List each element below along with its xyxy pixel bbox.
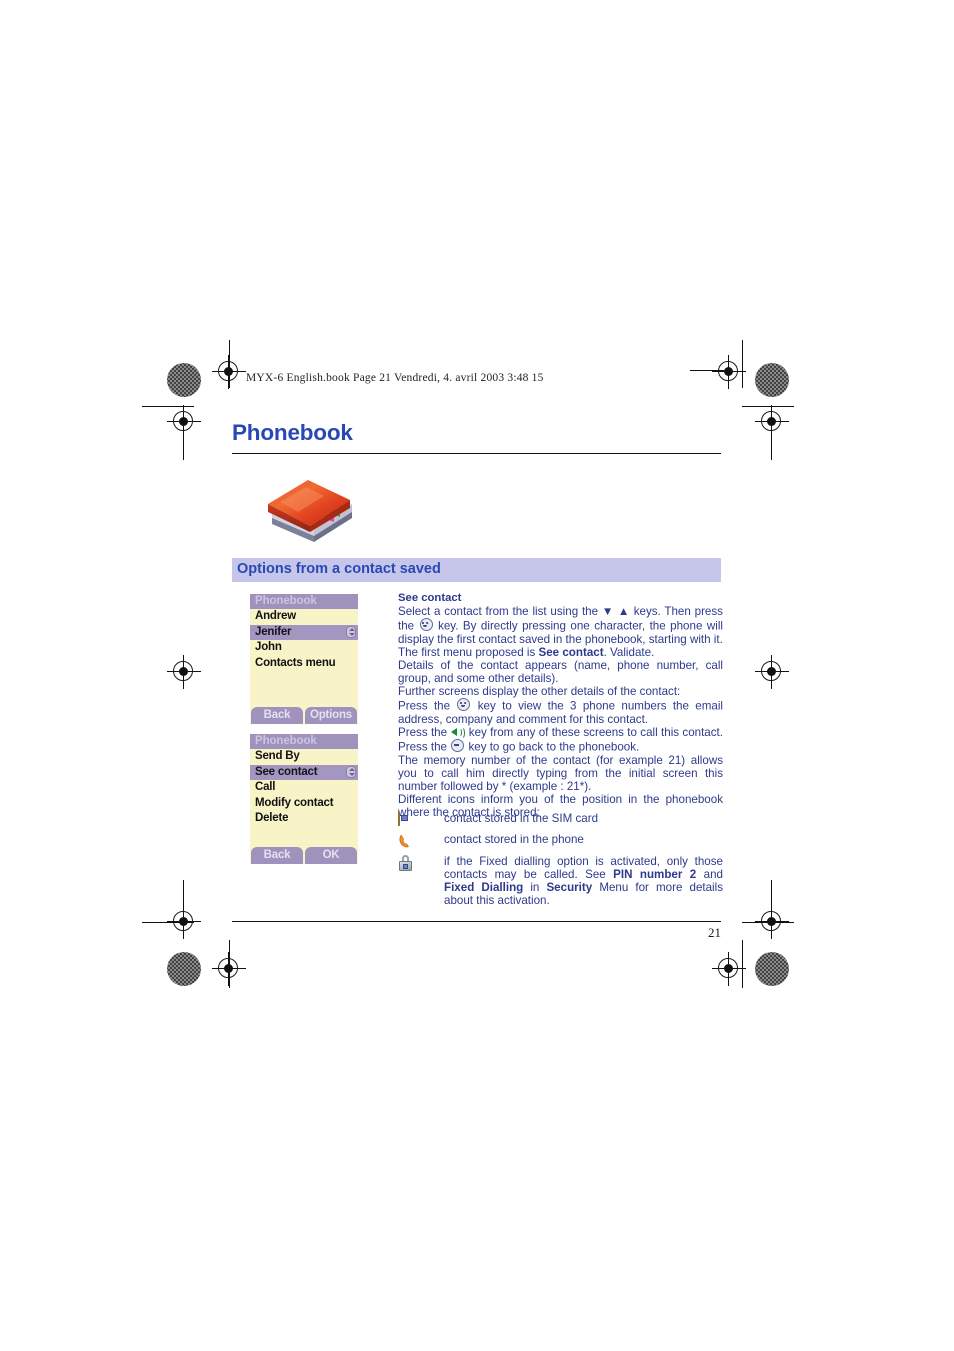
section-heading-label: Options from a contact saved xyxy=(237,561,441,577)
registration-mark-bottom-right xyxy=(712,952,746,986)
registration-mark-left-middle xyxy=(167,655,201,689)
hangup-key-icon xyxy=(451,739,465,753)
phone-menu-item-see-contact[interactable]: See contact xyxy=(250,764,358,780)
book-file-header: MYX-6 English.book Page 21 Vendredi, 4. … xyxy=(246,372,544,384)
body-paragraph-6: Press the key from any of these screens … xyxy=(398,726,723,754)
scroll-indicator-icon[interactable] xyxy=(346,626,356,638)
phone-menu-item-modify-contact[interactable]: Modify contact xyxy=(250,796,358,812)
body-text: key to go back to the phonebook. xyxy=(468,740,640,754)
page-title: Phonebook xyxy=(232,420,353,445)
legend-label: contact stored in the SIM card xyxy=(444,812,599,825)
body-paragraph-7: The memory number of the contact (for ex… xyxy=(398,753,723,793)
softkey-options-button[interactable]: Options xyxy=(305,707,357,724)
phone-list-item-jenifer[interactable]: Jenifer xyxy=(250,624,358,640)
crop-line-bottom-left-v xyxy=(229,940,231,988)
phone-menu-item-send-by[interactable]: Send By xyxy=(250,749,358,765)
crop-line-top-right-v xyxy=(742,340,744,388)
navigation-key-icon xyxy=(419,618,433,632)
crop-line-bottom-right-v xyxy=(742,940,744,988)
scroll-indicator-icon[interactable] xyxy=(346,766,356,778)
legend-row-phone: contact stored in the phone xyxy=(398,833,723,848)
body-paragraph-3: Details of the contact appears (name, ph… xyxy=(398,658,723,686)
legend-text-bold: Security xyxy=(546,881,593,895)
body-text: Press the xyxy=(398,725,448,739)
phone-list-item-label: Contacts menu xyxy=(255,656,336,669)
body-subheading: See contact xyxy=(398,592,462,604)
crop-line-top-right-h xyxy=(690,370,724,372)
legend-text: and xyxy=(703,868,723,882)
body-text: . Validate. xyxy=(603,645,655,659)
phone-menu-item-label: Call xyxy=(255,781,276,793)
phone-menu-item-label: Delete xyxy=(255,812,289,824)
phone-menu-item-call[interactable]: Call xyxy=(250,780,358,796)
crop-line-right-lower-v xyxy=(771,880,773,906)
footer-divider xyxy=(232,921,721,923)
body-text: Press the xyxy=(398,699,451,713)
legend-text-bold: Fixed Dialling xyxy=(444,881,524,895)
call-key-icon xyxy=(451,726,466,739)
document-page: MYX-6 English.book Page 21 Vendredi, 4. … xyxy=(0,0,954,1351)
phone-list-item-label: Jenifer xyxy=(255,625,292,638)
legend-label: if the Fixed dialling option is activate… xyxy=(444,855,723,907)
arrow-down-icon: ▼ xyxy=(601,605,614,619)
softkey-ok-button[interactable]: OK xyxy=(305,847,357,864)
crop-line-left-lower-h xyxy=(142,922,194,924)
phone-menu-item-label: Modify contact xyxy=(255,796,334,809)
legend-text: in xyxy=(530,881,540,895)
phone-list-item-andrew[interactable]: Andrew xyxy=(250,609,358,625)
crop-line-left-lower-v xyxy=(183,880,185,906)
crop-line-right-upper-v xyxy=(771,418,773,460)
body-text-bold: See contact xyxy=(538,645,604,659)
body-paragraph-5: Press the key to view the 3 phone number… xyxy=(398,698,723,726)
phone-list-item-contacts-menu[interactable]: Contacts menu xyxy=(250,656,358,672)
navigation-key-icon xyxy=(457,698,471,712)
body-paragraph-4: Further screens display the other detail… xyxy=(398,685,681,699)
phone-softkey-bar: Back Options xyxy=(250,707,358,724)
phone-softkey-bar: Back OK xyxy=(250,847,358,864)
registration-mark-right-middle xyxy=(755,655,789,689)
section-heading-band: Options from a contact saved xyxy=(232,558,721,582)
crop-line-left-upper-h xyxy=(142,406,194,408)
phone-screen-title: Phonebook xyxy=(250,734,358,749)
phonebook-illustration xyxy=(262,468,356,542)
phone-menu-item-label: Send By xyxy=(255,750,300,762)
phone-handset-icon xyxy=(398,833,415,850)
page-number: 21 xyxy=(708,925,721,940)
legend-text-bold: PIN number 2 xyxy=(613,868,697,882)
phone-list-item-john[interactable]: John xyxy=(250,640,358,656)
title-divider xyxy=(232,453,721,455)
phone-menu-item-label: See contact xyxy=(255,765,318,778)
legend-row-sim: contact stored in the SIM card xyxy=(398,811,723,826)
arrow-up-icon: ▲ xyxy=(617,605,630,619)
padlock-icon xyxy=(398,855,415,872)
sim-card-icon xyxy=(398,811,415,829)
phone-screen-contact-options: Phonebook Send By See contact Call Modif… xyxy=(250,734,358,864)
crop-line-right-upper-h xyxy=(742,406,794,408)
body-text: Select a contact from the list using the xyxy=(398,605,599,619)
legend-row-fixed-dialling: if the Fixed dialling option is activate… xyxy=(398,855,723,907)
registration-mark-top-right xyxy=(712,355,746,389)
halftone-dot-bottom-left xyxy=(167,952,201,986)
softkey-back-button[interactable]: Back xyxy=(251,847,303,864)
phone-menu-item-delete[interactable]: Delete xyxy=(250,811,358,827)
phone-list-item-label: Andrew xyxy=(255,610,296,622)
body-paragraph-2: The first menu proposed is See contact. … xyxy=(398,646,723,659)
body-paragraph-1: Select a contact from the list using the… xyxy=(398,605,723,646)
phone-screen-contact-list: Phonebook Andrew Jenifer John Contacts m… xyxy=(250,594,358,724)
phone-screen-title: Phonebook xyxy=(250,594,358,609)
halftone-dot-bottom-right xyxy=(755,952,789,986)
body-text: The first menu proposed is xyxy=(398,645,536,659)
halftone-dot-top-right xyxy=(755,363,789,397)
softkey-back-button[interactable]: Back xyxy=(251,707,303,724)
legend-label: contact stored in the phone xyxy=(444,833,584,846)
body-text: key. By directly pressing one character,… xyxy=(398,619,723,646)
halftone-dot-top-left xyxy=(167,363,201,397)
body-text-column: See contact Select a contact from the li… xyxy=(398,592,723,819)
crop-line-left-upper-v xyxy=(183,418,185,460)
phone-list-item-label: John xyxy=(255,641,282,653)
crop-line-right-lower-h xyxy=(742,922,794,924)
crop-line-top-left-v xyxy=(229,340,231,388)
